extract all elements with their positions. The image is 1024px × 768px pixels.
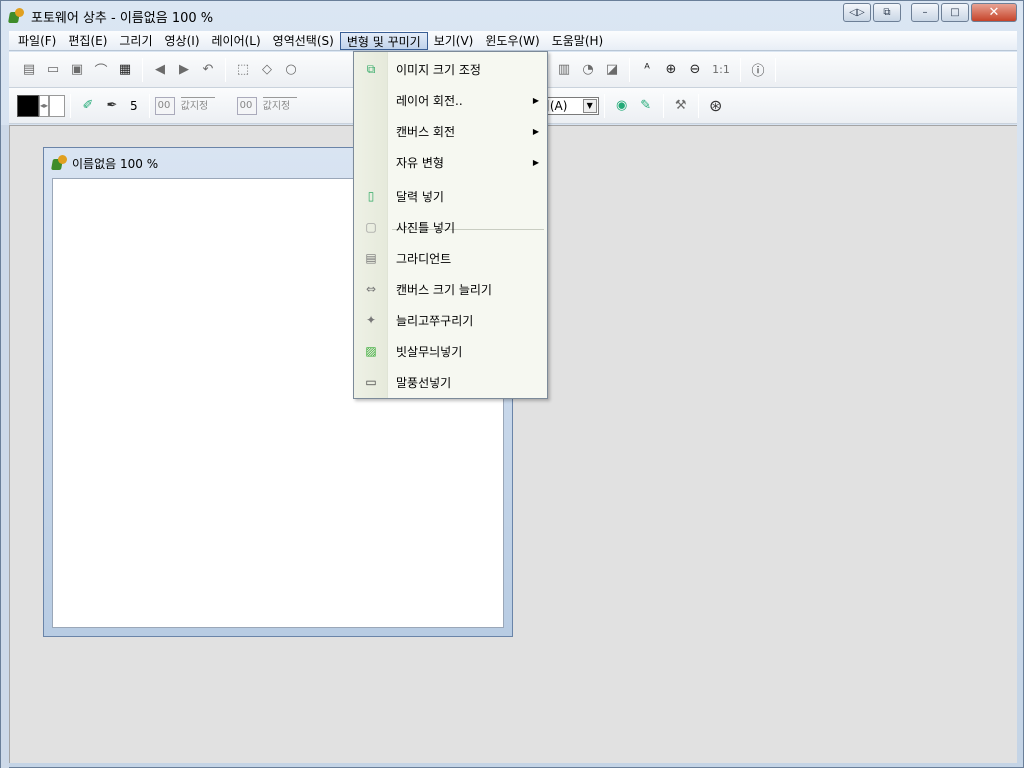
title-bar[interactable]: 포토웨어 상추 - 이름없음 100 % ◁▷ ⧉ – □ ✕ xyxy=(1,1,1023,31)
menu-transform[interactable]: 변형 및 꾸미기 xyxy=(339,31,428,50)
window-controls: ◁▷ ⧉ – □ ✕ xyxy=(841,3,1017,22)
brush-size-value: 5 xyxy=(130,98,138,113)
actual-size-icon[interactable]: 1:1 xyxy=(710,61,732,79)
open-folder-icon[interactable]: ▭ xyxy=(44,61,62,79)
menu-view[interactable]: 보기(V) xyxy=(428,32,480,50)
text-icon[interactable]: ᴬ xyxy=(638,61,656,79)
menu-item-rotate-layer[interactable]: 레이어 회전.. ▶ xyxy=(354,86,547,114)
menu-item-resize-image[interactable]: ⧉ 이미지 크기 조정 xyxy=(354,55,547,83)
submenu-arrow-icon: ▶ xyxy=(532,126,539,136)
pencil-icon[interactable]: ✐ xyxy=(79,97,97,115)
gradient-icon: ▤ xyxy=(365,251,377,265)
submenu-arrow-icon: ▶ xyxy=(532,95,539,105)
poly-select-icon[interactable]: ◇ xyxy=(258,61,276,79)
speech-bubble-icon: ▭ xyxy=(365,375,377,389)
transform-menu-dropdown: ⧉ 이미지 크기 조정 레이어 회전.. ▶ 캔버스 회전 ▶ 자유 변형 ▶ … xyxy=(353,51,548,399)
hatch-icon: ▨ xyxy=(365,344,377,358)
window-title: 포토웨어 상추 - 이름없음 100 % xyxy=(31,10,214,26)
background-color-swatch[interactable] xyxy=(49,94,65,117)
menu-bar: 파일(F) 편집(E) 그리기 영상(I) 레이어(L) 영역선택(S) 변형 … xyxy=(9,31,1017,51)
menu-select[interactable]: 영역선택(S) xyxy=(267,32,340,50)
drop-icon[interactable]: ◔ xyxy=(579,61,597,79)
menu-window[interactable]: 윈도우(W) xyxy=(479,32,545,50)
menu-item-insert-calendar[interactable]: ▯ 달력 넣기 xyxy=(354,182,547,210)
pen-tip-icon[interactable]: ✒ xyxy=(103,97,121,115)
wrench-icon[interactable]: ⚒ xyxy=(672,97,690,115)
menu-item-expand-canvas[interactable]: ⇔ 캔버스 크기 늘리기 xyxy=(354,275,547,303)
app-icon xyxy=(9,8,25,24)
close-button[interactable]: ✕ xyxy=(971,3,1017,22)
document-title: 이름없음 100 % xyxy=(72,156,159,171)
value-label-2[interactable]: 값지정 xyxy=(262,96,297,115)
menu-item-rotate-canvas[interactable]: 캔버스 회전 ▶ xyxy=(354,117,547,145)
menu-edit[interactable]: 편집(E) xyxy=(62,32,113,50)
foreground-color-swatch[interactable] xyxy=(17,94,39,117)
zoom-in-icon[interactable]: ⊕ xyxy=(662,61,680,79)
film-reel-icon[interactable]: ⊛ xyxy=(707,96,725,115)
back-icon[interactable]: ◀ xyxy=(151,61,169,79)
forward-icon[interactable]: ▶ xyxy=(175,61,193,79)
scan-icon[interactable]: ⌒ xyxy=(92,61,110,79)
menu-draw[interactable]: 그리기 xyxy=(113,32,158,50)
menu-file[interactable]: 파일(F) xyxy=(12,32,62,50)
ellipse-select-icon[interactable]: ○ xyxy=(282,61,300,79)
window-extra-button-2[interactable]: ⧉ xyxy=(873,3,901,22)
swap-colors-icon[interactable]: ◂▸ xyxy=(39,94,49,117)
app-window: 포토웨어 상추 - 이름없음 100 % ◁▷ ⧉ – □ ✕ 파일(F) 편집… xyxy=(0,0,1024,768)
undo-icon[interactable]: ↶ xyxy=(199,61,217,79)
menu-layer[interactable]: 레이어(L) xyxy=(206,32,267,50)
gradient-tool-icon[interactable]: ▥ xyxy=(555,61,573,79)
menu-image[interactable]: 영상(I) xyxy=(159,32,206,50)
menu-item-free-transform[interactable]: 자유 변형 ▶ xyxy=(354,148,547,176)
chevron-down-icon[interactable]: ▼ xyxy=(582,98,597,113)
preview-eye-icon[interactable]: ◉ xyxy=(613,97,631,115)
save-icon[interactable]: ▣ xyxy=(68,61,86,79)
window-extra-button-1[interactable]: ◁▷ xyxy=(843,3,871,22)
maximize-button[interactable]: □ xyxy=(941,3,969,22)
resize-icon: ⧉ xyxy=(366,61,376,76)
param-input-2[interactable]: 00 xyxy=(236,96,257,115)
eraser-icon[interactable]: ◪ xyxy=(603,61,621,79)
menu-item-speech-bubble[interactable]: ▭ 말풍선넣기 xyxy=(354,368,547,396)
menu-help[interactable]: 도움말(H) xyxy=(546,32,610,50)
new-file-icon[interactable]: ▤ xyxy=(20,61,38,79)
print-icon[interactable]: ▦ xyxy=(116,61,134,79)
menu-item-gradient[interactable]: ▤ 그라디언트 xyxy=(354,244,547,272)
frame-icon: ▢ xyxy=(365,220,377,234)
rect-select-icon[interactable]: ⬚ xyxy=(234,61,252,79)
info-icon[interactable]: ⓘ xyxy=(749,61,767,79)
submenu-arrow-icon: ▶ xyxy=(532,157,539,167)
value-label-1[interactable]: 값지정 xyxy=(180,96,215,115)
zoom-out-icon[interactable]: ⊖ xyxy=(686,61,704,79)
document-icon xyxy=(52,155,68,171)
menu-item-stretch[interactable]: ✦ 늘리고쭈구리기 xyxy=(354,306,547,334)
calendar-icon: ▯ xyxy=(367,189,375,203)
param-input-1[interactable]: 00 xyxy=(154,96,175,115)
effect-brush-icon[interactable]: ✎ xyxy=(637,97,655,115)
stretch-icon: ✦ xyxy=(365,313,377,327)
minimize-button[interactable]: – xyxy=(911,3,939,22)
menu-item-insert-frame[interactable]: ▢ 사진틀 넣기 xyxy=(354,213,547,241)
expand-canvas-icon: ⇔ xyxy=(365,282,377,296)
menu-item-hatch[interactable]: ▨ 빗살무늬넣기 xyxy=(354,337,547,365)
